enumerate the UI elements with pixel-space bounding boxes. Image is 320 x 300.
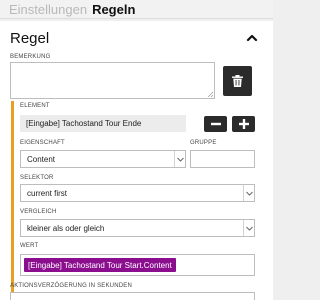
tab-einstellungen[interactable]: Einstellungen <box>9 2 87 17</box>
vergleich-select[interactable]: kleiner als oder gleich <box>20 219 255 237</box>
eigenschaft-select[interactable]: Content <box>20 150 186 168</box>
gruppe-input[interactable] <box>190 150 255 168</box>
condition-accent-bar <box>11 101 14 300</box>
tab-bar: Einstellungen Regeln <box>0 0 273 19</box>
chevron-up-icon[interactable] <box>245 31 259 45</box>
chevron-down-icon <box>174 151 185 167</box>
tab-regeln[interactable]: Regeln <box>92 2 135 17</box>
wert-label: WERT <box>20 243 39 249</box>
aktionsverzoegerung-label: AKTIONSVERZÖGERUNG IN SEKUNDEN <box>10 283 133 289</box>
eigenschaft-value: Content <box>27 154 56 164</box>
delete-rule-button[interactable] <box>223 66 252 96</box>
vergleich-value: kleiner als oder gleich <box>27 223 105 233</box>
trash-icon <box>232 75 243 87</box>
remove-condition-button[interactable] <box>204 116 227 132</box>
selektor-value: current first <box>27 188 68 198</box>
vergleich-label: VERGLEICH <box>20 209 57 215</box>
panel-title: Regel <box>10 29 50 47</box>
gruppe-label: GRUPPE <box>190 140 217 146</box>
chevron-down-icon <box>243 220 254 236</box>
wert-token-chip[interactable]: [Eingabe] Tachostand Tour Start.Content <box>24 258 176 272</box>
add-condition-button[interactable] <box>232 116 255 132</box>
wert-input[interactable]: [Eingabe] Tachostand Tour Start.Content <box>20 254 255 276</box>
selektor-select[interactable]: current first <box>20 184 255 202</box>
chevron-down-icon <box>243 185 254 201</box>
eigenschaft-label: EIGENSCHAFT <box>20 140 65 146</box>
element-field: [Eingabe] Tachostand Tour Ende <box>20 115 186 132</box>
resize-grip-icon[interactable] <box>207 91 213 97</box>
plus-icon <box>238 119 249 129</box>
bemerkung-textarea[interactable] <box>10 62 215 99</box>
minus-icon <box>210 122 221 126</box>
element-label: ELEMENT <box>20 103 50 109</box>
bemerkung-label: BEMERKUNG <box>10 54 51 60</box>
aktionsverzoegerung-input[interactable] <box>10 292 255 300</box>
panel-header: Regel <box>10 27 259 49</box>
rule-panel: Regel BEMERKUNG ELEMENT [Eingabe] Tachos… <box>0 21 273 300</box>
selektor-label: SELEKTOR <box>20 175 54 181</box>
